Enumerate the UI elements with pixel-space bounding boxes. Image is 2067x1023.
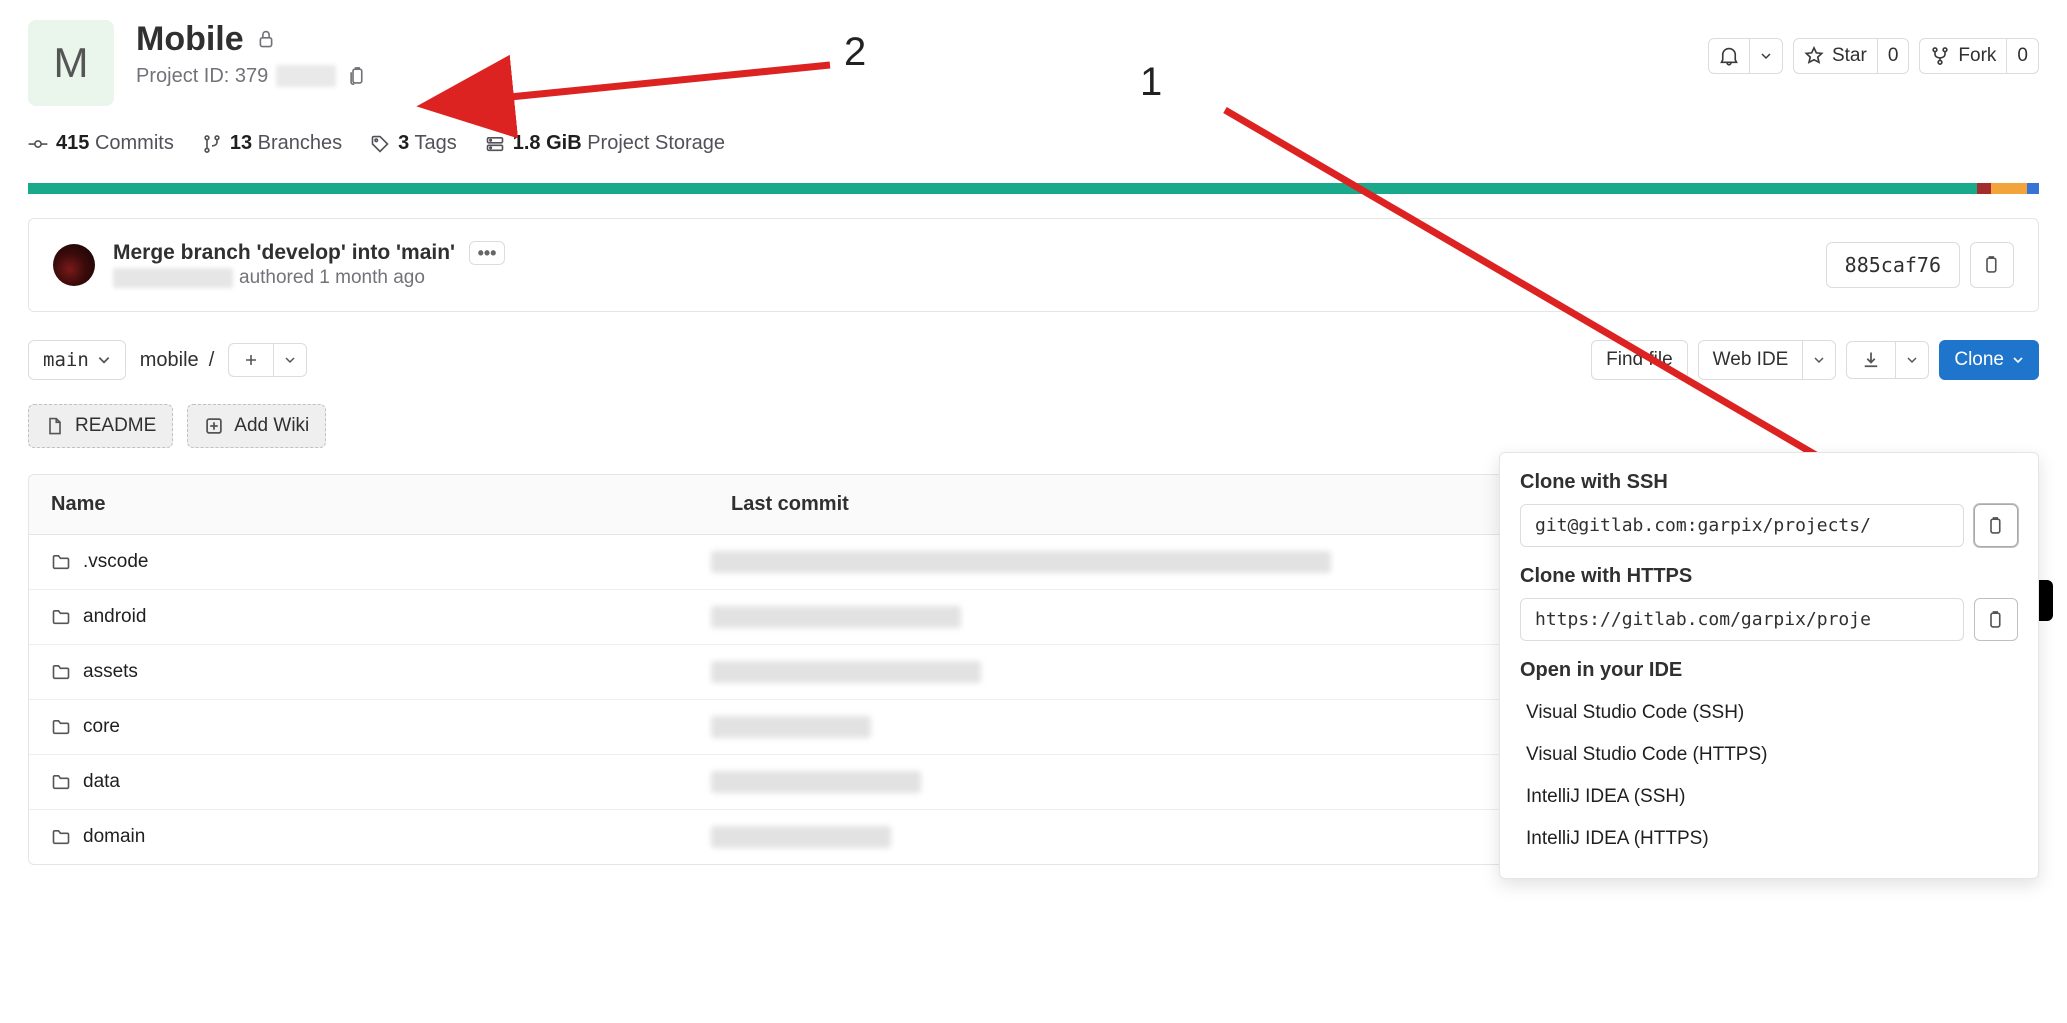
file-name[interactable]: core bbox=[83, 716, 120, 738]
commit-authored-text: authored 1 month ago bbox=[239, 267, 425, 289]
breadcrumb-root[interactable]: mobile bbox=[140, 349, 199, 372]
ide-option[interactable]: Visual Studio Code (HTTPS) bbox=[1520, 734, 2018, 776]
clone-ssh-input[interactable]: git@gitlab.com:garpix/projects/ bbox=[1520, 504, 1964, 547]
add-button-group bbox=[228, 343, 307, 377]
commits-stat[interactable]: 415 Commits bbox=[28, 132, 174, 155]
commits-label: Commits bbox=[95, 132, 174, 154]
clone-label: Clone bbox=[1954, 349, 2004, 371]
project-avatar-letter: M bbox=[54, 39, 89, 87]
commit-message-redacted bbox=[711, 716, 871, 738]
clone-https-input[interactable]: https://gitlab.com/garpix/proje bbox=[1520, 598, 1964, 641]
ide-option[interactable]: IntelliJ IDEA (SSH) bbox=[1520, 776, 2018, 818]
folder-icon bbox=[51, 717, 71, 737]
clone-button[interactable]: Clone bbox=[1939, 340, 2039, 380]
fork-button-group: Fork 0 bbox=[1919, 38, 2039, 74]
project-id-label: Project ID: 379 bbox=[136, 65, 268, 88]
folder-icon bbox=[51, 552, 71, 572]
branches-label: Branches bbox=[258, 132, 343, 154]
add-wiki-label: Add Wiki bbox=[234, 415, 309, 437]
star-button-group: Star 0 bbox=[1793, 38, 1909, 74]
commit-author-avatar[interactable] bbox=[53, 244, 95, 286]
file-name[interactable]: data bbox=[83, 771, 120, 793]
folder-icon bbox=[51, 662, 71, 682]
star-label: Star bbox=[1832, 45, 1867, 67]
last-commit-card: Merge branch 'develop' into 'main' ••• a… bbox=[28, 218, 2039, 312]
notification-dropdown[interactable] bbox=[1749, 38, 1783, 74]
breadcrumb: mobile / bbox=[140, 349, 214, 372]
web-ide-group: Web IDE bbox=[1698, 340, 1837, 380]
add-wiki-button[interactable]: Add Wiki bbox=[187, 404, 326, 448]
storage-stat[interactable]: 1.8 GiB Project Storage bbox=[485, 132, 725, 155]
file-name[interactable]: .vscode bbox=[83, 551, 148, 573]
commits-count: 415 bbox=[56, 132, 89, 154]
project-header: M Mobile Project ID: 379 bbox=[28, 20, 2039, 106]
commit-more-button[interactable]: ••• bbox=[469, 241, 505, 265]
fork-button[interactable]: Fork bbox=[1919, 38, 2007, 74]
commit-sha[interactable]: 885caf76 bbox=[1826, 242, 1960, 288]
storage-label: Project Storage bbox=[587, 132, 725, 154]
branch-selector[interactable]: main bbox=[28, 340, 126, 380]
project-title: Mobile bbox=[136, 22, 244, 56]
copy-ssh-button[interactable] bbox=[1974, 504, 2018, 547]
commit-message-redacted bbox=[711, 551, 1331, 573]
fork-count[interactable]: 0 bbox=[2006, 38, 2039, 74]
tags-label: Tags bbox=[414, 132, 456, 154]
star-button[interactable]: Star bbox=[1793, 38, 1878, 74]
copy-project-id-button[interactable] bbox=[344, 62, 372, 90]
copy-commit-sha-button[interactable] bbox=[1970, 242, 2014, 288]
repo-toolbar: main mobile / Find file Web IDE bbox=[28, 340, 2039, 380]
branch-name: main bbox=[43, 349, 89, 371]
clone-ssh-title: Clone with SSH bbox=[1520, 471, 2018, 494]
file-name[interactable]: android bbox=[83, 606, 146, 628]
commit-author-redacted bbox=[113, 268, 233, 288]
ide-option[interactable]: Visual Studio Code (SSH) bbox=[1520, 692, 2018, 734]
annotation-one: 1 bbox=[1140, 60, 1162, 105]
fork-label: Fork bbox=[1958, 45, 1996, 67]
star-count[interactable]: 0 bbox=[1877, 38, 1910, 74]
commit-message-redacted bbox=[711, 606, 961, 628]
folder-icon bbox=[51, 607, 71, 627]
th-name: Name bbox=[29, 475, 709, 534]
commit-message-redacted bbox=[711, 771, 921, 793]
project-id-redacted bbox=[276, 65, 336, 87]
tags-stat[interactable]: 3 Tags bbox=[370, 132, 457, 155]
commit-message-redacted bbox=[711, 826, 891, 848]
folder-icon bbox=[51, 772, 71, 792]
download-group bbox=[1846, 341, 1929, 379]
file-name[interactable]: domain bbox=[83, 826, 145, 848]
clone-dropdown: Clone with SSH git@gitlab.com:garpix/pro… bbox=[1499, 452, 2039, 879]
quick-setup-actions: README Add Wiki bbox=[28, 404, 2039, 448]
tags-count: 3 bbox=[398, 132, 409, 154]
notification-button-group bbox=[1708, 38, 1783, 74]
file-name[interactable]: assets bbox=[83, 661, 138, 683]
branches-count: 13 bbox=[230, 132, 252, 154]
storage-size: 1.8 GiB bbox=[513, 132, 582, 154]
project-stats: 415 Commits 13 Branches 3 Tags 1.8 GiB P… bbox=[28, 132, 2039, 155]
commit-title[interactable]: Merge branch 'develop' into 'main' bbox=[113, 241, 455, 265]
download-dropdown[interactable] bbox=[1895, 341, 1929, 379]
language-bar bbox=[28, 183, 2039, 194]
download-button[interactable] bbox=[1846, 341, 1896, 379]
lock-icon bbox=[256, 29, 276, 49]
web-ide-button[interactable]: Web IDE bbox=[1698, 340, 1804, 380]
project-avatar: M bbox=[28, 20, 114, 106]
readme-button[interactable]: README bbox=[28, 404, 173, 448]
add-button[interactable] bbox=[228, 343, 274, 377]
annotation-two: 2 bbox=[844, 30, 866, 75]
add-dropdown[interactable] bbox=[273, 343, 307, 377]
header-actions: Star 0 Fork 0 bbox=[1708, 20, 2039, 74]
copy-https-button[interactable] bbox=[1974, 598, 2018, 641]
folder-icon bbox=[51, 827, 71, 847]
open-in-ide-title: Open in your IDE bbox=[1520, 659, 2018, 682]
branches-stat[interactable]: 13 Branches bbox=[202, 132, 342, 155]
ide-option[interactable]: IntelliJ IDEA (HTTPS) bbox=[1520, 818, 2018, 860]
clone-https-title: Clone with HTTPS bbox=[1520, 565, 2018, 588]
readme-label: README bbox=[75, 415, 156, 437]
commit-message-redacted bbox=[711, 661, 981, 683]
web-ide-dropdown[interactable] bbox=[1802, 340, 1836, 380]
find-file-button[interactable]: Find file bbox=[1591, 340, 1688, 380]
notification-button[interactable] bbox=[1708, 38, 1750, 74]
